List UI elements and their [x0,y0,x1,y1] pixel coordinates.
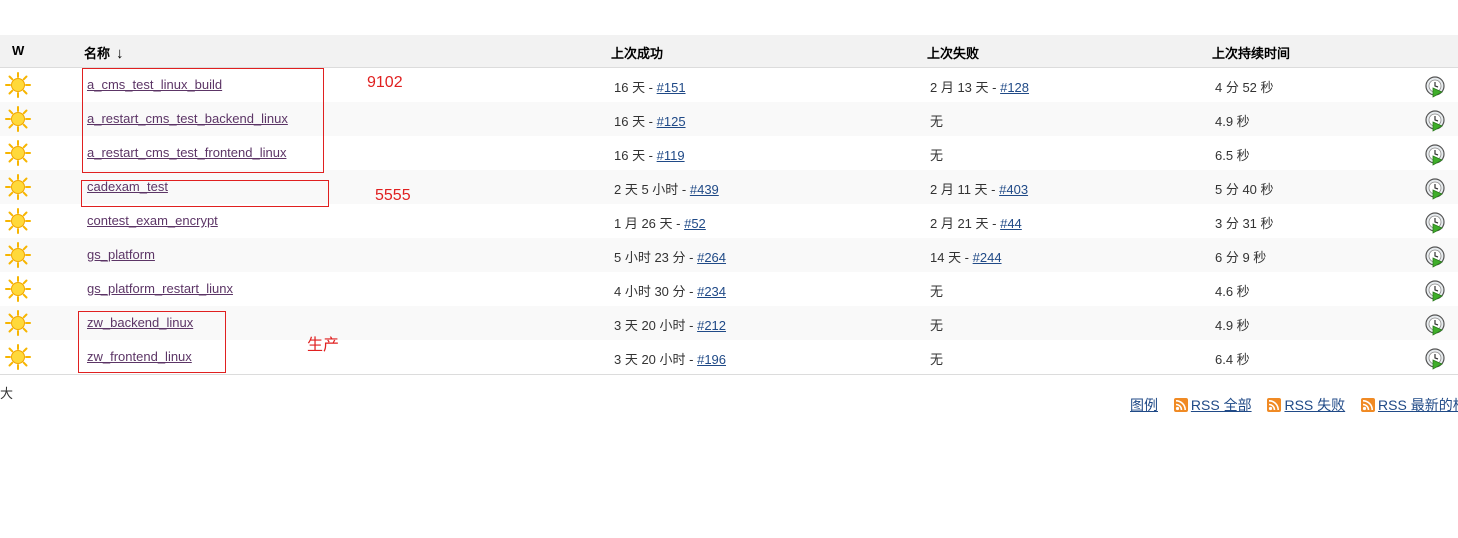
sun-icon [5,140,31,166]
last-duration: 4.6 秒 [1215,284,1250,299]
schedule-build-icon[interactable] [1424,280,1446,302]
last-failure-build-link[interactable]: #244 [973,250,1002,265]
last-failure-text: 2 月 11 天 - [930,182,1000,197]
schedule-build-icon[interactable] [1424,110,1446,132]
sun-icon [5,174,31,200]
last-failure-build-link[interactable]: #403 [999,182,1028,197]
table-row: contest_exam_encrypt 1 月 26 天 - #52 2 月 21… [0,204,1458,238]
last-duration: 5 分 40 秒 [1215,182,1274,197]
annotation-box-1 [82,68,324,173]
header-name-label: 名称 [84,46,111,61]
rss-icon [1267,398,1282,412]
schedule-build-icon[interactable] [1424,212,1446,234]
header-last-success[interactable]: 上次成功 [611,43,663,62]
header-weather[interactable]: W [12,43,24,58]
last-failure-text: 无 [930,352,944,367]
last-duration: 6.4 秒 [1215,352,1250,367]
annotation-label-2: 5555 [375,187,411,204]
rss-icon [1173,398,1188,412]
table-header: W 名称 ↓ 上次成功 上次失败 上次持续时间 [0,35,1458,68]
last-success-text: 3 天 20 小时 - [614,318,698,333]
last-success-build-link[interactable]: #119 [657,148,685,163]
last-success-build-link[interactable]: #52 [684,216,706,231]
annotation-box-3 [78,311,226,373]
last-failure-text: 14 天 - [930,250,973,265]
last-success-build-link[interactable]: #212 [697,318,726,333]
job-name-link[interactable]: gs_platform_restart_liunx [87,281,233,296]
sun-icon [5,106,31,132]
last-success-text: 1 月 26 天 - [614,216,685,231]
last-success-text: 16 天 - [614,80,657,95]
last-success-build-link[interactable]: #264 [697,250,726,265]
annotation-label-3: 生产 [307,337,340,354]
annotation-label-1: 9102 [367,74,403,91]
sun-icon [5,208,31,234]
schedule-build-icon[interactable] [1424,246,1446,268]
last-success-text: 4 小时 30 分 - [614,284,698,299]
rss-icon [1361,398,1376,412]
footer-links: 图例 RSS 全部 RSS 失败 RSS 最新的构建 [1130,395,1458,415]
schedule-build-icon[interactable] [1424,348,1446,370]
header-last-failure[interactable]: 上次失败 [927,43,979,62]
last-failure-text: 无 [930,318,944,333]
annotation-box-2 [81,180,329,207]
last-failure-text: 无 [930,284,944,299]
last-duration: 3 分 31 秒 [1215,216,1274,231]
last-success-text: 3 天 20 小时 - [614,352,698,367]
last-success-text: 16 天 - [614,148,657,163]
last-success-build-link[interactable]: #125 [657,114,686,129]
last-duration: 6 分 9 秒 [1215,250,1267,265]
schedule-build-icon[interactable] [1424,314,1446,336]
last-failure-text: 无 [930,148,944,163]
rss-all-link[interactable]: RSS 全部 [1191,397,1252,413]
last-duration: 4.9 秒 [1215,318,1250,333]
last-success-text: 16 天 - [614,114,657,129]
last-success-build-link[interactable]: #151 [657,80,686,95]
rss-latest-link[interactable]: RSS 最新的构建 [1378,397,1458,413]
sort-desc-icon: ↓ [116,45,124,62]
sun-icon [5,242,31,268]
last-failure-text: 2 月 21 天 - [930,216,1001,231]
last-failure-text: 2 月 13 天 - [930,80,1001,95]
table-row: gs_platform_restart_liunx 4 小时 30 分 - #23… [0,272,1458,306]
header-name[interactable]: 名称 ↓ [84,43,124,62]
sun-icon [5,344,31,370]
legend-link[interactable]: 图例 [1130,397,1158,413]
last-duration: 6.5 秒 [1215,148,1250,163]
schedule-build-icon[interactable] [1424,144,1446,166]
sun-icon [5,72,31,98]
last-failure-build-link[interactable]: #128 [1000,80,1029,95]
last-failure-build-link[interactable]: #44 [1000,216,1022,231]
sun-icon [5,310,31,336]
last-success-text: 2 天 5 小时 - [614,182,690,197]
job-name-link[interactable]: contest_exam_encrypt [87,213,218,228]
schedule-build-icon[interactable] [1424,178,1446,200]
icon-size-large[interactable]: 大 [0,383,13,402]
schedule-build-icon[interactable] [1424,76,1446,98]
last-duration: 4.9 秒 [1215,114,1250,129]
last-failure-text: 无 [930,114,944,129]
job-name-link[interactable]: gs_platform [87,247,155,262]
last-success-build-link[interactable]: #234 [697,284,726,299]
header-last-duration[interactable]: 上次持续时间 [1212,43,1290,62]
last-success-text: 5 小时 23 分 - [614,250,698,265]
table-row: gs_platform 5 小时 23 分 - #264 14 天 - #244 6 … [0,238,1458,272]
last-success-build-link[interactable]: #196 [697,352,726,367]
last-duration: 4 分 52 秒 [1215,80,1274,95]
last-success-build-link[interactable]: #439 [690,182,719,197]
sun-icon [5,276,31,302]
rss-failed-link[interactable]: RSS 失败 [1284,397,1345,413]
